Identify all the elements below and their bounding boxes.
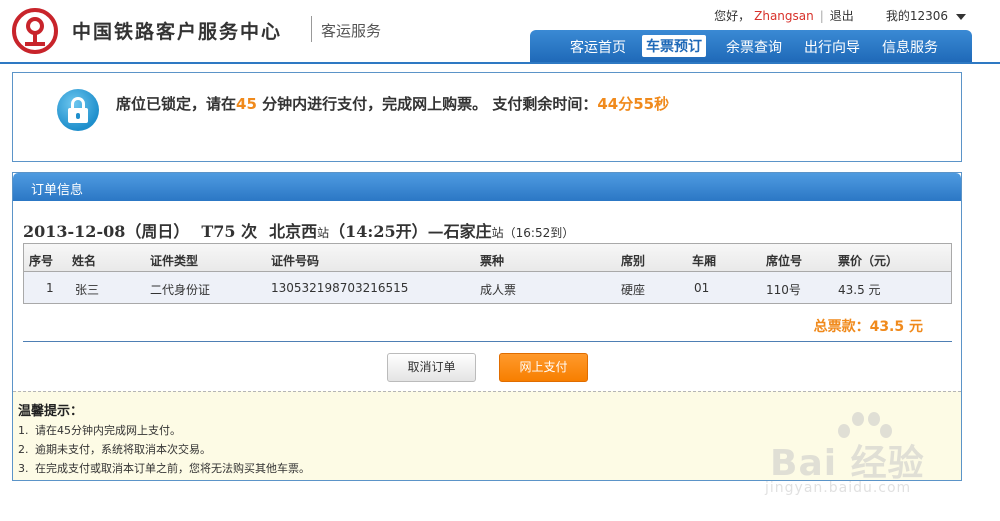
cell-price: 43.5 元 [838,283,881,297]
trip-to-station-word: 站 [491,226,504,240]
cell-id-type: 二代身份证 [150,283,211,297]
notice-mid: 分钟内进行支付，完成网上购票。 支付剩余时间： [262,95,598,113]
main-nav: 客运首页 车票预订 余票查询 出行向导 信息服务 [530,30,972,62]
top-link-separator: | [819,9,824,23]
notice-message: 席位已锁定，请在45 分钟内进行支付，完成网上购票。 支付剩余时间：44分55秒 [116,93,669,114]
tip-item: 2. 逾期未支付，系统将取消本次交易。 [18,441,211,457]
cell-coach: 01 [694,281,710,295]
nav-item-ticket-query[interactable]: 余票查询 [726,37,782,57]
trip-train: T75 次 [201,222,258,241]
username-link[interactable]: Zhangsan [754,9,814,23]
tip-text: 在完成支付或取消本订单之前，您将无法购买其他车票。 [35,462,310,475]
header-rule [0,62,1000,64]
tip-item: 3. 在完成支付或取消本订单之前，您将无法购买其他车票。 [18,460,310,476]
cell-seat-class: 硬座 [621,283,646,297]
passenger-table: 序号 姓名 证件类型 证件号码 票种 席别 车厢 席位号 票价（元） 1 张三 … [23,243,952,304]
chevron-down-icon[interactable] [956,13,966,20]
col-header-id-type: 证件类型 [150,254,199,268]
cancel-order-button[interactable]: 取消订单 [387,353,476,382]
col-header-ticket-type: 票种 [480,254,505,268]
tip-number: 1. [18,424,29,437]
baidu-jingyan-watermark: Bai 经验 jingyan.baidu.com [765,410,990,510]
trip-to: 石家庄 [443,222,492,241]
trip-dash: — [427,222,444,241]
col-header-index: 序号 [29,254,54,268]
col-header-seat-class: 席别 [621,254,646,268]
trip-depart-time: （14:25开） [329,222,428,241]
my12306-menu[interactable]: 我的12306 [886,9,948,23]
tip-item: 1. 请在45分钟内完成网上支付。 [18,422,181,438]
railway-logo-icon[interactable] [12,8,58,54]
notice-minutes: 45 [236,95,257,113]
col-header-name: 姓名 [72,254,97,268]
trip-summary: 2013-12-08（周日） T75 次北京西站（14:25开）—石家庄站（16:… [23,218,574,242]
top-links: 您好， Zhangsan | 退出 我的12306 [714,7,966,24]
tip-number: 3. [18,462,29,475]
cell-id-number: 130532198703216515 [271,281,409,295]
logout-link[interactable]: 退出 [830,9,854,23]
nav-item-home[interactable]: 客运首页 [570,37,626,57]
site-header: 中国铁路客户服务中心 客运服务 您好， Zhangsan | 退出 我的12306 客运… [0,0,1000,62]
nav-item-info-service[interactable]: 信息服务 [882,37,938,57]
order-panel-header: 订单信息 [13,173,961,201]
section-divider [23,341,952,342]
watermark-text: Bai 经验 [770,443,925,484]
trip-from: 北京西 [269,222,318,241]
notice-pre: 席位已锁定，请在 [116,95,237,113]
col-header-id-number: 证件号码 [271,254,320,268]
online-pay-button[interactable]: 网上支付 [499,353,588,382]
total-amount: 总票款：43.5 元 [813,319,923,335]
nav-item-travel-guide[interactable]: 出行向导 [804,37,860,57]
table-row: 1 张三 二代身份证 130532198703216515 成人票 硬座 01 … [24,272,951,303]
brand-subtitle: 客运服务 [321,22,382,40]
tip-number: 2. [18,443,29,456]
cell-name: 张三 [75,283,100,297]
lock-icon [57,89,99,131]
brand-divider [311,16,312,42]
brand-title: 中国铁路客户服务中心 [72,21,283,43]
order-panel-title: 订单信息 [31,183,84,198]
cell-seat-no: 110号 [766,283,801,297]
col-header-seat-no: 席位号 [766,254,803,268]
nav-item-booking[interactable]: 车票预订 [642,35,706,57]
trip-date: 2013-12-08（周日） [23,222,190,241]
greeting-text: 您好， [714,9,751,23]
seat-locked-notice: 席位已锁定，请在45 分钟内进行支付，完成网上购票。 支付剩余时间：44分55秒 [12,72,962,162]
trip-arrive-time: （16:52到） [503,226,575,240]
tips-title: 温馨提示： [18,404,84,419]
cell-index: 1 [46,281,54,295]
tip-text: 请在45分钟内完成网上支付。 [35,424,181,437]
trip-from-station-word: 站 [317,226,330,240]
remaining-time: 44分55秒 [597,95,670,113]
table-header-row: 序号 姓名 证件类型 证件号码 票种 席别 车厢 席位号 票价（元） [24,244,951,272]
col-header-price: 票价（元） [838,254,899,268]
watermark-url: jingyan.baidu.com [765,480,912,496]
col-header-coach: 车厢 [692,254,717,268]
cell-ticket-type: 成人票 [480,283,517,297]
tip-text: 逾期未支付，系统将取消本次交易。 [35,443,211,456]
